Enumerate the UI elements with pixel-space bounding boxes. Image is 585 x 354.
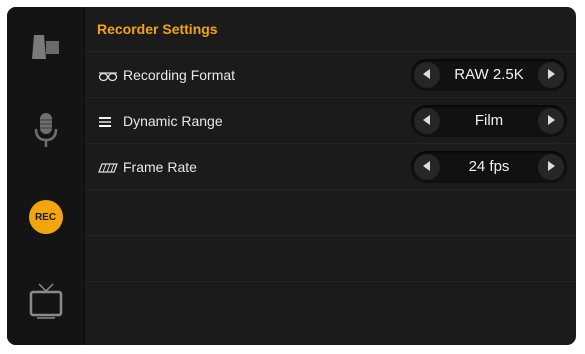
sidebar: REC [7,7,85,345]
sidebar-item-monitor[interactable] [7,261,84,345]
setting-label: Frame Rate [123,159,197,175]
monitor-icon [29,282,63,324]
sidebar-item-audio[interactable] [7,91,84,175]
microphone-icon [33,112,59,155]
setting-value: 24 fps [468,158,510,175]
next-button[interactable] [538,108,564,134]
screen: REC Recorder Settings Recording Format R… [7,7,576,345]
record-icon: REC [28,200,63,234]
film-strip-icon [98,161,118,173]
dynamic-range-icon [98,115,118,127]
glasses-icon [98,69,118,82]
previous-button[interactable] [414,62,440,88]
record-label: REC [34,211,57,223]
next-button[interactable] [538,154,564,180]
setting-row-dynamic-range: Dynamic Range Film [85,97,576,144]
sidebar-item-record[interactable]: REC [7,175,84,259]
page-title: Recorder Settings [97,21,218,37]
setting-value: Film [474,112,504,129]
setting-label: Recording Format [123,67,236,83]
previous-button[interactable] [414,108,440,134]
frame-rate-stepper: 24 fps [411,151,567,183]
recording-format-stepper: RAW 2.5K [411,59,567,91]
arrow-right-icon [547,112,555,130]
empty-row [85,235,576,282]
setting-label: Dynamic Range [123,113,223,129]
arrow-right-icon [547,158,555,176]
arrow-left-icon [423,112,431,130]
arrow-left-icon [423,158,431,176]
sidebar-item-camera[interactable] [7,7,84,91]
empty-row [85,281,576,328]
arrow-right-icon [547,66,555,84]
settings-panel: Recorder Settings Recording Format RAW 2… [85,7,576,345]
setting-row-frame-rate: Frame Rate 24 fps [85,143,576,190]
arrow-left-icon [423,66,431,84]
previous-button[interactable] [414,154,440,180]
camera-icon [31,34,61,65]
dynamic-range-stepper: Film [411,105,567,137]
empty-row [85,189,576,236]
setting-row-recording-format: Recording Format RAW 2.5K [85,51,576,98]
next-button[interactable] [538,62,564,88]
setting-value: RAW 2.5K [454,66,524,83]
